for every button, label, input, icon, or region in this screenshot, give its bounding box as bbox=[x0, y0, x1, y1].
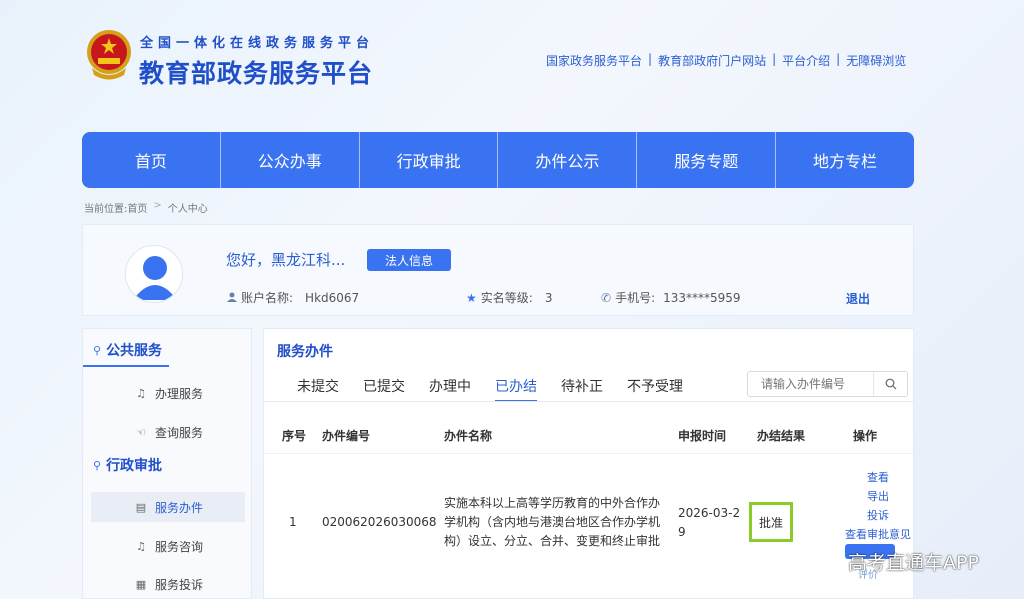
tab-rejected[interactable]: 不予受理 bbox=[627, 376, 683, 402]
sidebar-item-query-service[interactable]: ☜ 查询服务 bbox=[91, 417, 245, 447]
nav-case-publicity[interactable]: 办件公示 bbox=[498, 132, 638, 188]
sidebar-item-label: 服务办件 bbox=[155, 500, 204, 515]
logout-link[interactable]: 退出 bbox=[846, 290, 870, 307]
link-accessibility[interactable]: 无障碍浏览 bbox=[846, 52, 906, 69]
nav-public-affairs[interactable]: 公众办事 bbox=[221, 132, 360, 188]
col-index: 序号 bbox=[282, 429, 307, 443]
sidebar-item-label: 办理服务 bbox=[155, 386, 204, 401]
sidebar-item-label: 查询服务 bbox=[155, 425, 204, 440]
sidebar-section-label: 公共服务 bbox=[106, 343, 163, 359]
platform-subtitle: 全国一体化在线政务服务平台 bbox=[140, 36, 375, 51]
breadcrumb: 当前位置: 首页 > 个人中心 bbox=[84, 200, 208, 215]
avatar bbox=[125, 245, 183, 303]
cell-name-line: 构）设立、分立、合并、变更和终止审批 bbox=[444, 534, 661, 548]
status-tabs: 未提交 已提交 办理中 已办结 待补正 不予受理 bbox=[297, 376, 707, 402]
sidebar-section-label: 行政审批 bbox=[106, 458, 163, 474]
nav-home[interactable]: 首页 bbox=[82, 132, 221, 188]
nav-service-topics[interactable]: 服务专题 bbox=[637, 132, 777, 188]
breadcrumb-prefix: 当前位置: bbox=[84, 204, 128, 215]
bell-icon: ♫ bbox=[136, 386, 146, 400]
national-emblem-icon bbox=[84, 28, 134, 82]
main-nav: 首页 公众办事 行政审批 办件公示 服务专题 地方专栏 bbox=[82, 132, 914, 188]
search-icon[interactable] bbox=[873, 372, 907, 396]
header-divider bbox=[264, 453, 913, 454]
cell-date-line: 9 bbox=[678, 525, 686, 539]
col-operations: 操作 bbox=[853, 429, 878, 443]
sidebar-item-label: 服务投诉 bbox=[155, 577, 204, 592]
sidebar: ⚲ 公共服务 ♫ 办理服务 ☜ 查询服务 ⚲ 行政审批 ▤ 服务办件 ♫ 服务咨… bbox=[82, 328, 252, 599]
watermark: 高考直通车APP bbox=[848, 552, 979, 574]
nav-local-column[interactable]: 地方专栏 bbox=[776, 132, 914, 188]
breadcrumb-separator: > bbox=[153, 200, 162, 211]
grid-icon: ▦ bbox=[135, 577, 147, 591]
phone-info: ✆ 手机号: 133****5959 bbox=[601, 289, 741, 306]
cell-date: 2026-03-2 9 bbox=[678, 504, 740, 542]
link-platform-intro[interactable]: 平台介绍 bbox=[782, 52, 830, 69]
document-icon: ▤ bbox=[135, 500, 147, 514]
main-title: 服务办件 bbox=[277, 344, 333, 360]
sidebar-section-approval[interactable]: ⚲ 行政审批 bbox=[83, 448, 253, 482]
link-separator: | bbox=[836, 52, 841, 66]
phone-label: 手机号: bbox=[615, 291, 656, 305]
tab-pending-supplement[interactable]: 待补正 bbox=[561, 376, 603, 402]
sidebar-item-handle-service[interactable]: ♫ 办理服务 bbox=[91, 378, 245, 408]
main-panel bbox=[263, 328, 914, 599]
sidebar-item-label: 服务咨询 bbox=[155, 539, 204, 554]
search-box bbox=[747, 371, 908, 397]
account-info: 账户名称: Hkd6067 bbox=[227, 289, 359, 306]
platform-title: 教育部政务服务平台 bbox=[139, 59, 374, 88]
col-name: 办件名称 bbox=[444, 429, 493, 443]
op-complaint[interactable]: 投诉 bbox=[867, 506, 889, 525]
link-separator: | bbox=[648, 52, 653, 66]
breadcrumb-home[interactable]: 首页 bbox=[127, 200, 147, 215]
search-input[interactable] bbox=[748, 377, 873, 391]
sidebar-item-service-consult[interactable]: ♫ 服务咨询 bbox=[91, 531, 245, 561]
col-result: 办结结果 bbox=[757, 429, 806, 443]
hand-icon: ☜ bbox=[136, 425, 146, 439]
cell-date-line: 2026-03-2 bbox=[678, 506, 741, 520]
tab-completed[interactable]: 已办结 bbox=[495, 376, 537, 402]
col-date: 申报时间 bbox=[678, 429, 727, 443]
account-value: Hkd6067 bbox=[305, 290, 360, 305]
greeting: 您好，黑龙江科... bbox=[226, 251, 346, 269]
breadcrumb-current: 个人中心 bbox=[167, 204, 208, 215]
link-national-platform[interactable]: 国家政务服务平台 bbox=[546, 52, 642, 69]
phone-value: 133****5959 bbox=[663, 290, 741, 305]
star-icon: ★ bbox=[466, 290, 477, 305]
level-label: 实名等级: bbox=[480, 291, 533, 305]
cell-name-line: 学机构（含内地与港澳台地区合作办学机 bbox=[444, 515, 661, 529]
user-avatar-icon bbox=[133, 256, 177, 300]
phone-icon: ✆ bbox=[601, 290, 612, 305]
op-export[interactable]: 导出 bbox=[867, 487, 889, 506]
link-moe-portal[interactable]: 教育部政府门户网站 bbox=[658, 52, 766, 69]
user-icon bbox=[227, 291, 237, 305]
top-links: 国家政务服务平台 | 教育部政府门户网站 | 平台介绍 | 无障碍浏览 bbox=[546, 52, 906, 69]
col-number: 办件编号 bbox=[322, 429, 371, 443]
tab-processing[interactable]: 办理中 bbox=[429, 376, 471, 402]
operations-list: 查看 导出 投诉 查看审批意见 bbox=[842, 468, 914, 544]
cell-name: 实施本科以上高等学历教育的中外合作办 学机构（含内地与港澳台地区合作办学机 构）… bbox=[444, 494, 664, 551]
bell-icon: ♫ bbox=[136, 539, 146, 553]
cell-name-line: 实施本科以上高等学历教育的中外合作办 bbox=[444, 496, 661, 510]
op-view-approval[interactable]: 查看审批意见 bbox=[845, 525, 911, 544]
pin-icon: ⚲ bbox=[93, 343, 102, 357]
level-value: 3 bbox=[544, 290, 553, 305]
legal-info-button[interactable]: 法人信息 bbox=[367, 249, 451, 271]
cell-index: 1 bbox=[289, 515, 297, 529]
pin-icon: ⚲ bbox=[93, 458, 102, 472]
sidebar-item-service-complaint[interactable]: ▦ 服务投诉 bbox=[91, 569, 245, 599]
op-view[interactable]: 查看 bbox=[867, 468, 889, 487]
tab-submitted[interactable]: 已提交 bbox=[363, 376, 405, 402]
cell-number: 020062026030068 bbox=[322, 515, 437, 529]
sidebar-item-service-cases[interactable]: ▤ 服务办件 bbox=[91, 492, 245, 522]
tabs-divider bbox=[264, 401, 913, 402]
level-info: ★ 实名等级: 3 bbox=[466, 289, 552, 306]
nav-admin-approval[interactable]: 行政审批 bbox=[360, 132, 499, 188]
result-badge: 批准 bbox=[749, 502, 793, 542]
tab-not-submitted[interactable]: 未提交 bbox=[297, 376, 339, 402]
sidebar-section-public[interactable]: ⚲ 公共服务 bbox=[83, 333, 253, 367]
account-label: 账户名称: bbox=[241, 291, 294, 305]
link-separator: | bbox=[772, 52, 777, 66]
